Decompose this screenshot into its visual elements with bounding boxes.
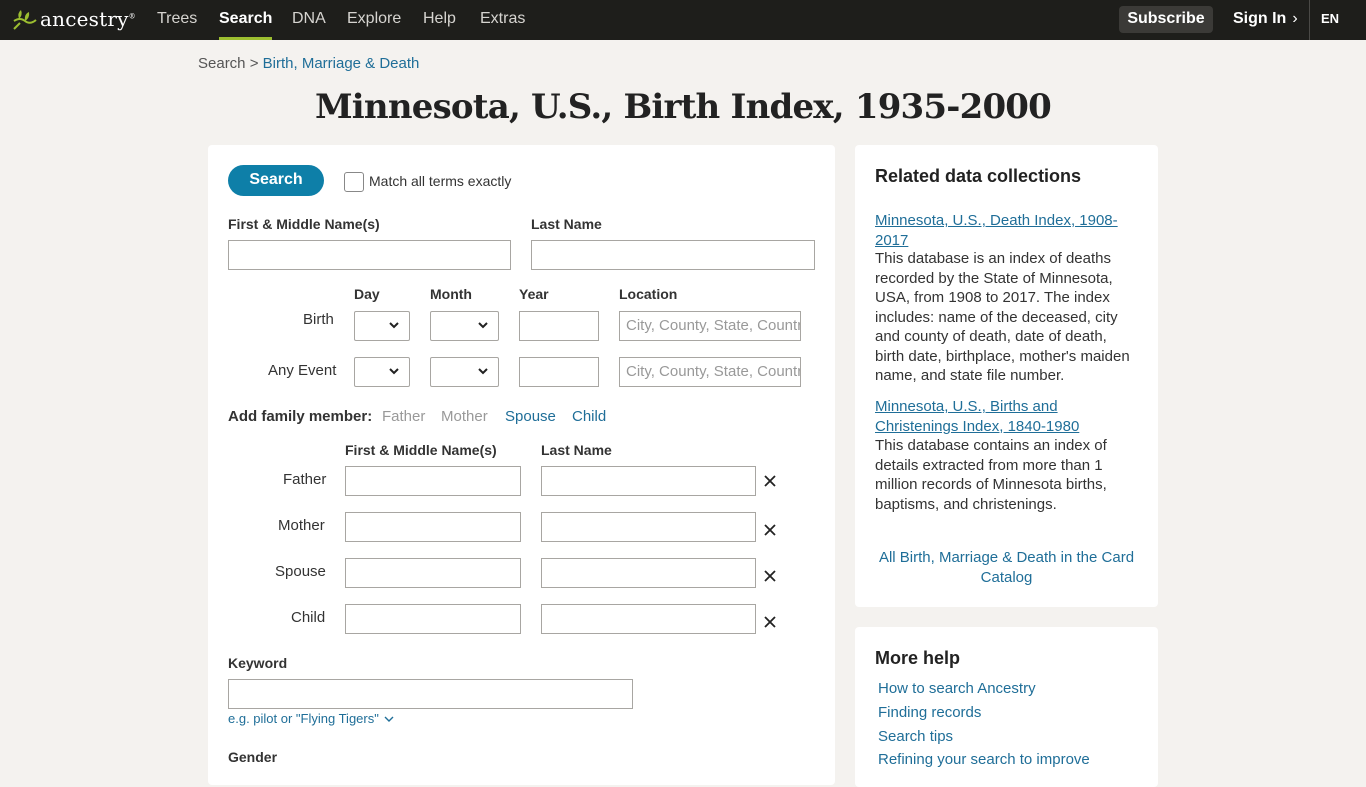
help-link-refining-search[interactable]: Refining your search to improve — [878, 751, 1090, 768]
last-name-label: Last Name — [531, 216, 602, 232]
father-row-label: Father — [283, 471, 327, 488]
birth-row-label: Birth — [303, 311, 334, 328]
add-mother-link[interactable]: Mother — [441, 408, 488, 425]
last-name-input[interactable] — [531, 240, 815, 270]
chevron-right-icon: › — [1292, 10, 1298, 27]
close-icon[interactable] — [763, 523, 777, 537]
breadcrumb-root[interactable]: Search — [198, 55, 246, 72]
card-catalog-link[interactable]: All Birth, Marriage & Death in the Card … — [875, 548, 1138, 587]
any-event-year-input[interactable] — [519, 357, 599, 387]
month-column-label: Month — [430, 286, 472, 302]
breadcrumb: Search > Birth, Marriage & Death — [198, 55, 419, 72]
sign-in-label: Sign In — [1233, 10, 1287, 27]
father-first-name-input[interactable] — [345, 466, 521, 496]
chevron-down-icon — [389, 368, 399, 375]
mother-first-name-input[interactable] — [345, 512, 521, 542]
child-last-name-input[interactable] — [541, 604, 756, 634]
logo-wordmark: ancestry® — [40, 7, 136, 31]
breadcrumb-current[interactable]: Birth, Marriage & Death — [263, 55, 420, 72]
chevron-down-icon — [389, 322, 399, 329]
any-event-month-select[interactable] — [430, 357, 499, 387]
match-exact-label: Match all terms exactly — [369, 173, 512, 189]
chevron-down-icon — [478, 368, 488, 375]
close-icon[interactable] — [763, 569, 777, 583]
first-name-label: First & Middle Name(s) — [228, 216, 380, 232]
add-family-label: Add family member: — [228, 408, 373, 425]
language-selector[interactable]: EN — [1321, 0, 1339, 40]
any-event-location-input[interactable]: City, County, State, Country — [619, 357, 801, 387]
birth-month-select[interactable] — [430, 311, 499, 341]
spouse-row-label: Spouse — [275, 563, 326, 580]
first-name-input[interactable] — [228, 240, 511, 270]
close-icon[interactable] — [763, 474, 777, 488]
any-event-row-label: Any Event — [268, 362, 337, 379]
birth-year-input[interactable] — [519, 311, 599, 341]
birth-location-input[interactable]: City, County, State, Country — [619, 311, 801, 341]
any-event-day-select[interactable] — [354, 357, 410, 387]
nav-dna[interactable]: DNA — [292, 0, 326, 40]
related-link-death-index[interactable]: Minnesota, U.S., Death Index, 1908-2017 — [875, 211, 1140, 250]
help-link-finding-records[interactable]: Finding records — [878, 704, 981, 721]
nav-divider — [1309, 0, 1310, 40]
sign-in-button[interactable]: Sign In › — [1233, 0, 1298, 40]
chevron-down-icon — [384, 716, 394, 722]
child-first-name-input[interactable] — [345, 604, 521, 634]
add-father-link[interactable]: Father — [382, 408, 425, 425]
spouse-first-name-input[interactable] — [345, 558, 521, 588]
spouse-last-name-input[interactable] — [541, 558, 756, 588]
nav-explore[interactable]: Explore — [347, 0, 401, 40]
location-column-label: Location — [619, 286, 678, 302]
family-last-name-label: Last Name — [541, 442, 612, 458]
family-first-name-label: First & Middle Name(s) — [345, 442, 497, 458]
help-link-search-tips[interactable]: Search tips — [878, 728, 953, 745]
add-child-link[interactable]: Child — [572, 408, 606, 425]
top-nav: ancestry® Trees Search DNA Explore Help … — [0, 0, 1366, 40]
keyword-hint-text: e.g. pilot or "Flying Tigers" — [228, 711, 379, 726]
help-link-how-to-search[interactable]: How to search Ancestry — [878, 680, 1036, 697]
day-column-label: Day — [354, 286, 380, 302]
nav-extras[interactable]: Extras — [480, 0, 525, 40]
close-icon[interactable] — [763, 615, 777, 629]
breadcrumb-separator: > — [245, 55, 263, 72]
mother-last-name-input[interactable] — [541, 512, 756, 542]
related-desc-births-christenings: This database contains an index of detai… — [875, 437, 1107, 513]
related-collections-heading: Related data collections — [875, 166, 1082, 186]
keyword-label: Keyword — [228, 655, 288, 671]
more-help-heading: More help — [875, 648, 961, 668]
child-row-label: Child — [291, 609, 326, 626]
related-link-births-christenings[interactable]: Minnesota, U.S., Births and Christenings… — [875, 397, 1140, 436]
page-title: Minnesota, U.S., Birth Index, 1935-2000 — [314, 87, 1052, 127]
subscribe-button[interactable]: Subscribe — [1119, 6, 1213, 33]
leaf-icon — [13, 10, 37, 30]
search-button[interactable]: Search — [228, 165, 324, 196]
father-last-name-input[interactable] — [541, 466, 756, 496]
related-desc-death-index: This database is an index of deaths reco… — [875, 250, 1130, 384]
birth-day-select[interactable] — [354, 311, 410, 341]
nav-help[interactable]: Help — [423, 0, 456, 40]
chevron-down-icon — [478, 322, 488, 329]
ancestry-logo[interactable]: ancestry® — [12, 7, 136, 31]
year-column-label: Year — [519, 286, 549, 302]
add-spouse-link[interactable]: Spouse — [505, 408, 556, 425]
gender-label: Gender — [228, 749, 278, 765]
keyword-hint-toggle[interactable]: e.g. pilot or "Flying Tigers" — [228, 711, 394, 726]
keyword-input[interactable] — [228, 679, 633, 709]
mother-row-label: Mother — [278, 517, 325, 534]
nav-search[interactable]: Search — [219, 0, 273, 40]
match-exact-checkbox[interactable] — [344, 172, 364, 192]
nav-trees[interactable]: Trees — [157, 0, 197, 40]
